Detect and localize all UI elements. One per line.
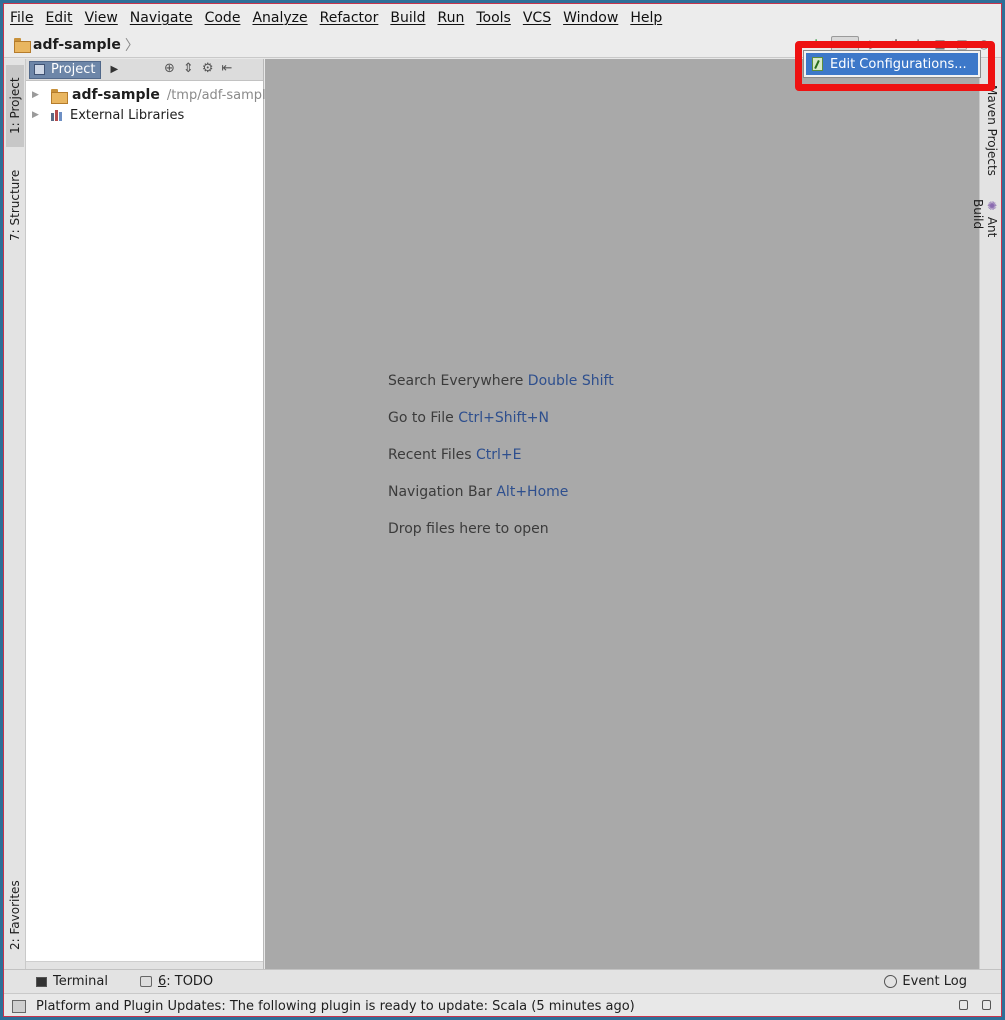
ant-icon: ✺ — [985, 199, 999, 213]
event-log-icon — [884, 975, 898, 988]
tab-maven-projects[interactable]: Maven Projects — [983, 85, 999, 181]
status-message[interactable]: Platform and Plugin Updates: The followi… — [36, 999, 635, 1014]
menu-window[interactable]: Window — [563, 10, 618, 26]
annotation-highlight-box — [795, 41, 995, 91]
project-view-label: Project — [51, 62, 96, 77]
editor-area[interactable]: Search Everywhere Double Shift Go to Fil… — [265, 59, 979, 969]
hint-navigation-bar: Navigation Bar Alt+Home — [388, 484, 569, 500]
tree-expand-icon[interactable]: ▶ — [32, 90, 41, 100]
chevron-right-icon: 〉 — [124, 37, 139, 54]
menu-file[interactable]: File — [10, 10, 33, 26]
expand-arrow-icon[interactable]: ▶ — [110, 64, 118, 75]
tool-window-bar: Terminal 6: TODO Event Log — [4, 969, 1001, 993]
menu-run[interactable]: Run — [438, 10, 465, 26]
menu-bar: File Edit View Navigate Code Analyze Ref… — [4, 4, 1001, 32]
tree-project-path: /tmp/adf-sample — [166, 87, 274, 103]
hide-panel-icon[interactable]: ⇤ — [221, 61, 232, 76]
gear-icon[interactable]: ⚙ — [202, 61, 214, 76]
tab-maven-label: Maven Projects — [985, 85, 999, 176]
status-indicators — [959, 1000, 991, 1010]
tree-expand-icon[interactable]: ▶ — [32, 110, 41, 120]
tab-favorites-tool[interactable]: 2: Favorites — [6, 869, 24, 961]
terminal-icon — [36, 976, 47, 987]
tree-project-name: adf-sample — [72, 87, 160, 103]
tab-event-log[interactable]: Event Log — [884, 974, 967, 989]
menu-navigate[interactable]: Navigate — [130, 10, 193, 26]
collapse-all-icon[interactable]: ⇕ — [183, 61, 194, 76]
tab-terminal-label: Terminal — [53, 974, 108, 989]
hint-drop-files: Drop files here to open — [388, 521, 549, 537]
tab-todo-number: 6 — [157, 974, 167, 989]
tab-todo-label: : TODO — [166, 974, 214, 989]
menu-refactor[interactable]: Refactor — [320, 10, 379, 26]
hint-go-to-file: Go to File Ctrl+Shift+N — [388, 410, 549, 426]
scroll-from-source-icon[interactable]: ⊕ — [164, 61, 175, 76]
tab-project-label: 1: Project — [8, 77, 22, 135]
tab-favorites-label: 2: Favorites — [8, 880, 22, 950]
menu-analyze[interactable]: Analyze — [252, 10, 307, 26]
project-panel-header: Project ▶ ⊕ ⇕ ⚙ ⇤ — [26, 59, 263, 81]
tab-ant-build[interactable]: ✺ Ant Build — [971, 199, 999, 271]
breadcrumb-project[interactable]: adf-sample — [33, 37, 121, 53]
tab-project-tool[interactable]: 1: Project — [6, 65, 24, 147]
tab-todo[interactable]: 6: TODO — [139, 974, 214, 989]
menu-edit[interactable]: Edit — [45, 10, 72, 26]
status-bar: Platform and Plugin Updates: The followi… — [4, 993, 1001, 1016]
tree-libraries-name: External Libraries — [70, 107, 185, 123]
project-view-tab[interactable]: Project — [29, 60, 102, 79]
tree-item-external-libraries[interactable]: ▶ External Libraries — [32, 105, 184, 125]
inspector-icon[interactable] — [982, 1000, 991, 1010]
todo-icon — [139, 976, 152, 987]
hint-recent-files: Recent Files Ctrl+E — [388, 447, 522, 463]
menu-view[interactable]: View — [85, 10, 118, 26]
folder-icon — [14, 38, 31, 53]
lock-icon[interactable] — [959, 1000, 968, 1010]
menu-vcs[interactable]: VCS — [523, 10, 551, 26]
tab-structure-tool[interactable]: 7: Structure — [6, 159, 24, 251]
menu-help[interactable]: Help — [630, 10, 662, 26]
ide-window: File Edit View Navigate Code Analyze Ref… — [3, 3, 1002, 1017]
tree-item-project[interactable]: ▶ adf-sample /tmp/adf-sample — [32, 85, 274, 105]
menu-code[interactable]: Code — [205, 10, 241, 26]
tab-event-log-label: Event Log — [902, 974, 967, 989]
tab-structure-label: 7: Structure — [8, 169, 22, 241]
project-panel: Project ▶ ⊕ ⇕ ⚙ ⇤ ▶ adf-sample /tmp/adf-… — [26, 59, 274, 969]
menu-tools[interactable]: Tools — [476, 10, 511, 26]
library-icon — [51, 109, 65, 121]
folder-icon — [51, 88, 68, 104]
tab-terminal[interactable]: Terminal — [36, 974, 108, 989]
right-tool-strip: Maven Projects ✺ Ant Build — [971, 59, 1001, 969]
toggle-tool-windows-icon[interactable] — [12, 999, 26, 1013]
hint-search-everywhere: Search Everywhere Double Shift — [388, 373, 614, 389]
menu-build[interactable]: Build — [390, 10, 425, 26]
horizontal-scrollbar[interactable] — [26, 961, 263, 969]
project-view-icon — [34, 64, 45, 75]
left-tool-strip: 1: Project 7: Structure 2: Favorites — [4, 59, 26, 969]
panel-tools: ⊕ ⇕ ⚙ ⇤ — [164, 61, 232, 76]
